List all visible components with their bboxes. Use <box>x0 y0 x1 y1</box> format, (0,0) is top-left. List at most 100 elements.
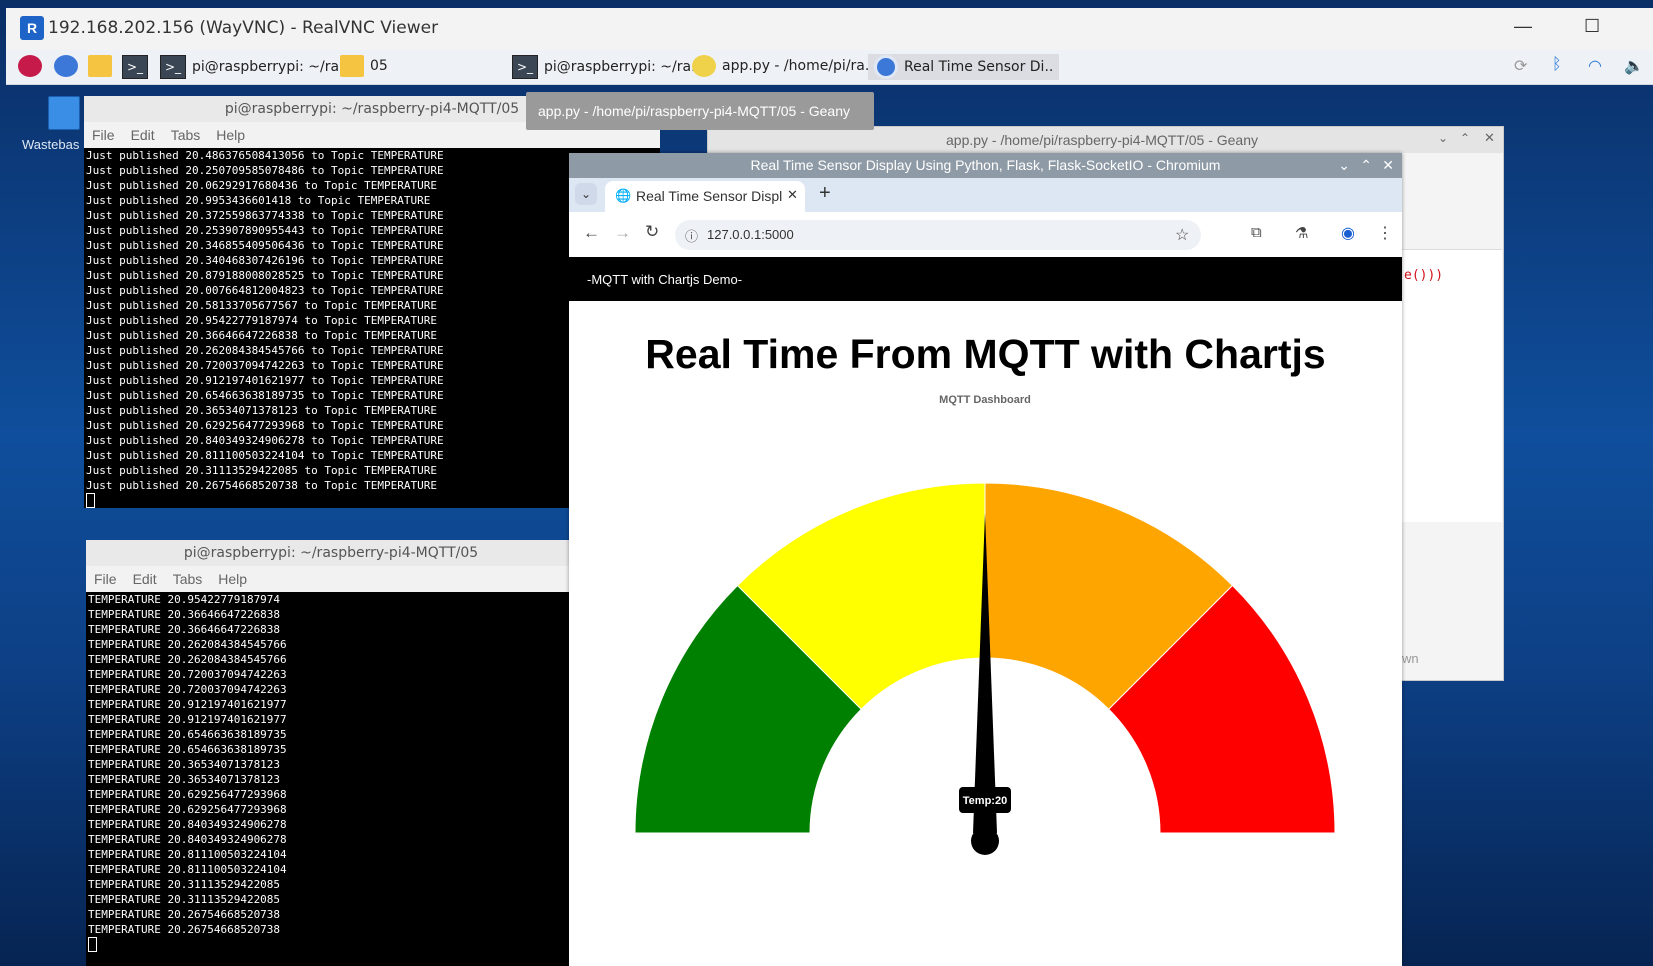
menu-file[interactable]: File <box>94 571 117 587</box>
geany-icon <box>692 55 716 77</box>
gauge-needle-hub <box>971 827 999 855</box>
chromium-window-title: Real Time Sensor Display Using Python, F… <box>750 157 1221 173</box>
terminal-line: TEMPERATURE 20.26754668520738 <box>88 908 281 921</box>
maximize-icon[interactable]: ⌃ <box>1360 153 1372 178</box>
chromium-title-bar: Real Time Sensor Display Using Python, F… <box>569 153 1402 178</box>
terminal-line: TEMPERATURE 20.31113529422085 <box>88 893 281 906</box>
labs-flask-icon[interactable]: ⚗ <box>1295 224 1308 242</box>
terminal-line: TEMPERATURE 20.36646647226838 <box>88 623 281 636</box>
back-icon[interactable]: ← <box>583 223 600 243</box>
menu-tabs[interactable]: Tabs <box>173 571 203 587</box>
terminal-line: TEMPERATURE 20.811100503224104 <box>88 848 287 861</box>
maximize-icon[interactable]: ☐ <box>1584 16 1600 37</box>
terminal-line: TEMPERATURE 20.95422779187974 <box>88 593 281 606</box>
close-tab-icon[interactable]: ✕ <box>787 187 798 203</box>
terminal-line: TEMPERATURE 20.811100503224104 <box>88 863 287 876</box>
browser-launcher-button[interactable] <box>54 55 84 79</box>
terminal-line: TEMPERATURE 20.629256477293968 <box>88 788 287 801</box>
taskbar-item-label: pi@raspberrypi: ~/ra.. <box>544 59 700 75</box>
taskbar-item-label: app.py - /home/pi/ra.. <box>722 58 874 74</box>
geany-editor-area[interactable]: e())) <box>1402 249 1502 522</box>
terminal-line: TEMPERATURE 20.720037094742263 <box>88 668 287 681</box>
terminal-line: TEMPERATURE 20.912197401621977 <box>88 698 287 711</box>
tab-title: Real Time Sensor Displ <box>636 188 783 204</box>
taskbar-folder-05[interactable]: 05 <box>340 55 388 79</box>
kebab-menu-icon[interactable]: ⋮ <box>1377 223 1393 243</box>
volume-icon[interactable]: 🔈 <box>1624 56 1644 76</box>
wastebasket-icon[interactable] <box>44 96 84 134</box>
minimize-icon[interactable]: ⌄ <box>1338 153 1350 178</box>
terminal-line: TEMPERATURE 20.36646647226838 <box>88 608 281 621</box>
terminal-line: TEMPERATURE 20.912197401621977 <box>88 713 287 726</box>
forward-icon[interactable]: → <box>614 223 631 243</box>
chevron-down-icon[interactable]: ⌄ <box>1438 131 1448 145</box>
bookmark-star-icon[interactable]: ☆ <box>1175 225 1189 245</box>
address-bar[interactable]: ⓘ 127.0.0.1:5000 ☆ <box>675 220 1201 250</box>
profile-icon[interactable]: ◉ <box>1341 223 1355 243</box>
extensions-icon[interactable]: ⧉ <box>1251 224 1262 241</box>
wastebasket-label: Wastebas <box>22 137 80 152</box>
terminal-line: TEMPERATURE 20.262084384545766 <box>88 653 287 666</box>
browser-tab-active[interactable]: 🌐 Real Time Sensor Displ ✕ <box>605 181 805 212</box>
terminal-line: TEMPERATURE 20.654663638189735 <box>88 728 287 741</box>
taskbar-terminal-1[interactable]: >_ pi@raspberrypi: ~/ra.. <box>160 55 348 79</box>
terminal-line: TEMPERATURE 20.629256477293968 <box>88 803 287 816</box>
raspberry-pi-icon <box>18 55 42 77</box>
geany-status-text: wn <box>1402 651 1419 666</box>
terminal-line: TEMPERATURE 20.840349324906278 <box>88 818 287 831</box>
taskbar-item-label: 05 <box>370 58 388 74</box>
terminal-line: TEMPERATURE 20.36534071378123 <box>88 773 281 786</box>
site-navbar: -MQTT with Chartjs Demo- <box>569 257 1402 301</box>
menu-edit[interactable]: Edit <box>133 571 157 587</box>
terminal-line: TEMPERATURE 20.840349324906278 <box>88 833 287 846</box>
vnc-window-title: 192.168.202.156 (WayVNC) - RealVNC Viewe… <box>48 18 439 38</box>
menu-help[interactable]: Help <box>216 127 245 143</box>
sync-icon[interactable]: ⟳ <box>1514 56 1527 76</box>
vnc-title-bar: R 192.168.202.156 (WayVNC) - RealVNC Vie… <box>6 8 1653 50</box>
close-icon[interactable]: ✕ <box>1484 130 1495 146</box>
navbar-brand[interactable]: -MQTT with Chartjs Demo- <box>587 272 742 287</box>
menu-help[interactable]: Help <box>218 571 247 587</box>
taskbar-geany[interactable]: app.py - /home/pi/ra.. <box>692 55 874 79</box>
tab-search-icon[interactable]: ⌄ <box>575 183 597 205</box>
taskbar-chromium[interactable]: Real Time Sensor Di.. <box>868 54 1060 80</box>
realvnc-icon: R <box>20 16 44 40</box>
geany-title-bar: app.py - /home/pi/raspberry-pi4-MQTT/05 … <box>708 127 1503 153</box>
terminal-icon: >_ <box>122 55 148 79</box>
taskbar-item-label: Real Time Sensor Di.. <box>904 59 1054 75</box>
taskbar-terminal-2[interactable]: >_ pi@raspberrypi: ~/ra.. <box>512 55 700 79</box>
terminal-line: TEMPERATURE 20.720037094742263 <box>88 683 287 696</box>
chromium-toolbar: ← → ↻ ⓘ 127.0.0.1:5000 ☆ ⧉ ⚗ ◉ ⋮ <box>569 212 1402 258</box>
terminal-line: TEMPERATURE 20.654663638189735 <box>88 743 287 756</box>
gauge-chart: MQTT Dashboard Temp:20 <box>634 394 1336 855</box>
taskbar-tooltip: app.py - /home/pi/raspberry-pi4-MQTT/05 … <box>526 92 874 130</box>
bluetooth-icon[interactable]: ᛒ <box>1552 56 1562 74</box>
terminal-line: TEMPERATURE 20.262084384545766 <box>88 638 287 651</box>
terminal-2-menubar: File Edit Tabs Help <box>86 566 576 592</box>
site-info-icon[interactable]: ⓘ <box>685 226 698 245</box>
reload-icon[interactable]: ↻ <box>645 222 659 242</box>
close-icon[interactable]: ✕ <box>1382 153 1394 178</box>
globe-icon <box>54 55 78 77</box>
menu-file[interactable]: File <box>92 127 115 143</box>
terminal-line: TEMPERATURE 20.26754668520738 <box>88 923 281 936</box>
terminal-launcher-button[interactable]: >_ <box>122 55 154 79</box>
terminal-line: TEMPERATURE 20.36534071378123 <box>88 758 281 771</box>
menu-tabs[interactable]: Tabs <box>171 127 201 143</box>
chromium-window: Real Time Sensor Display Using Python, F… <box>569 153 1402 966</box>
chevron-up-icon[interactable]: ⌃ <box>1460 131 1470 145</box>
menu-edit[interactable]: Edit <box>131 127 155 143</box>
wifi-icon[interactable]: ◠ <box>1588 56 1602 76</box>
geany-window-title: app.py - /home/pi/raspberry-pi4-MQTT/05 … <box>946 132 1259 148</box>
terminal-2-output[interactable]: TEMPERATURE 20.95422779187974 TEMPERATURE… <box>86 592 576 966</box>
terminal-window-2: pi@raspberrypi: ~/raspberry-pi4-MQTT/05 … <box>86 540 576 966</box>
chromium-icon <box>874 55 898 79</box>
minimize-icon[interactable]: — <box>1514 16 1532 37</box>
terminal-icon: >_ <box>512 55 538 79</box>
new-tab-icon[interactable]: + <box>819 182 831 205</box>
file-manager-launcher-button[interactable] <box>88 55 118 79</box>
raspberry-menu-button[interactable] <box>18 55 48 79</box>
url-text: 127.0.0.1:5000 <box>707 227 794 242</box>
globe-icon: 🌐 <box>615 188 632 203</box>
folder-icon <box>88 55 112 77</box>
